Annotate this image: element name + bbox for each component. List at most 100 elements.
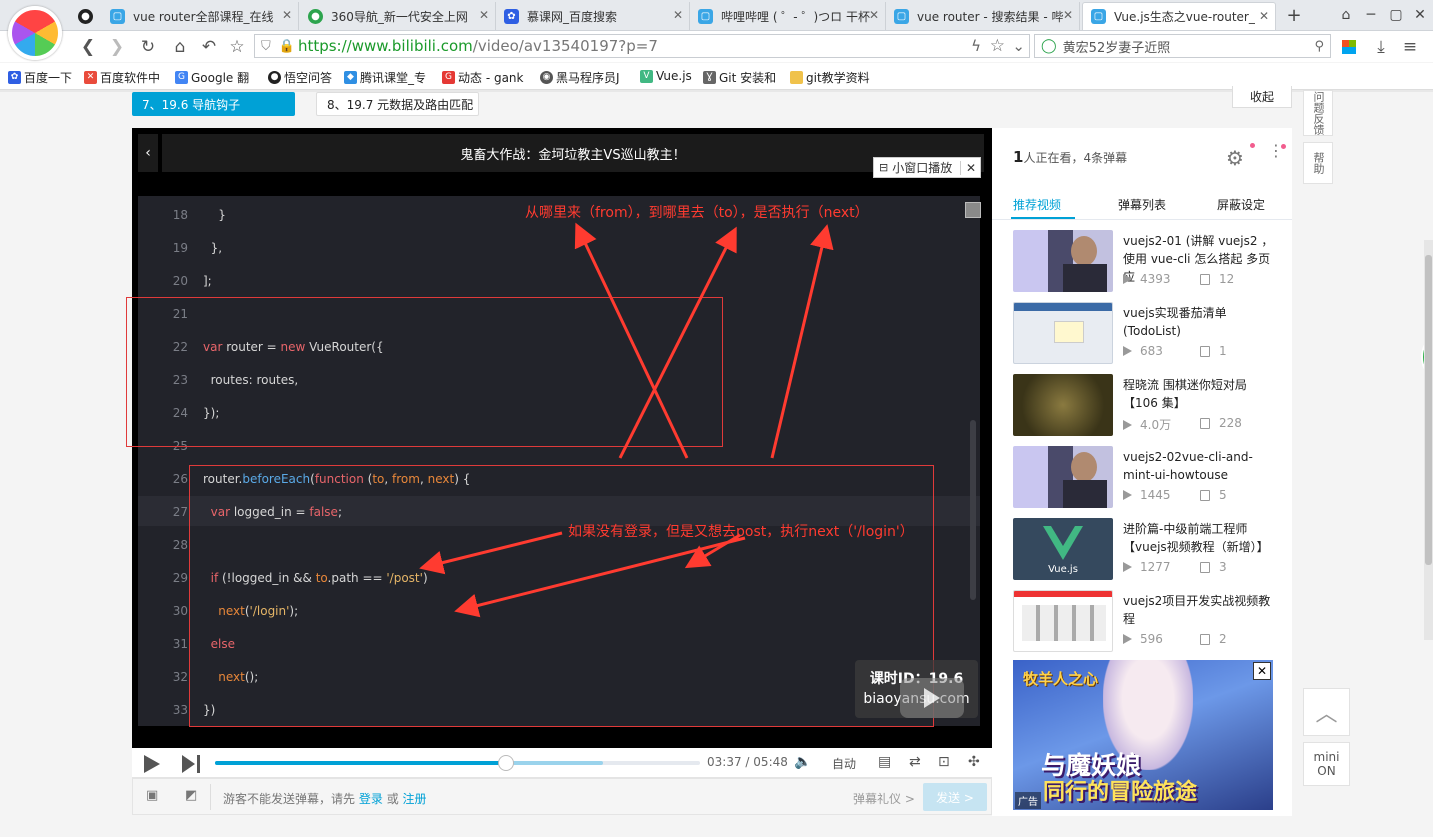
list-item[interactable]: vuejs2项目开发实战视频教程 596 2 xyxy=(1013,590,1283,652)
collapse-label: 收起 xyxy=(1249,90,1274,104)
list-item[interactable]: vuejs2-02vue-cli-and-mint-ui-howtouse 14… xyxy=(1013,446,1283,508)
undo-icon[interactable]: ↶ xyxy=(198,36,220,58)
360-icon: ● xyxy=(308,8,323,24)
apps-grid-icon[interactable] xyxy=(1338,36,1360,58)
forward-icon[interactable]: ❯ xyxy=(106,36,128,58)
bookmark-item[interactable]: G Google 翻 xyxy=(175,69,249,86)
bookmark-item[interactable]: ✿ 百度一下 xyxy=(8,69,72,86)
volume-icon[interactable]: 🔈 xyxy=(794,754,811,770)
danmaku-mode-icon[interactable]: ◩ xyxy=(185,788,197,803)
search-icon[interactable]: ⚲ xyxy=(1314,39,1324,54)
bookmark-item[interactable]: ◉ 黑马程序员J xyxy=(540,69,620,86)
tab-danmaku-list[interactable]: 弹幕列表 xyxy=(1118,196,1166,213)
refresh-icon[interactable]: ↻ xyxy=(137,36,159,58)
close-icon[interactable]: ✕ xyxy=(673,8,683,22)
video-scrollbar[interactable] xyxy=(970,420,976,600)
help-button[interactable]: 帮助 xyxy=(1303,142,1333,184)
bookmark-item[interactable]: ✕ 百度软件中 xyxy=(84,69,160,86)
close-icon[interactable]: ✕ xyxy=(1063,8,1073,22)
tab-0[interactable]: ▢ vue router全部课程_在线 ✕ xyxy=(102,2,299,30)
mini-window-button[interactable]: ⊟ 小窗口播放 ✕ xyxy=(873,157,981,178)
github-tab-pin[interactable]: ● xyxy=(70,2,98,30)
list-item[interactable]: vuejs2-01 (讲解 vuejs2 ，使用 vue-cli 怎么搭起 多页… xyxy=(1013,230,1283,292)
back-icon[interactable]: ❮ xyxy=(77,36,99,58)
bookmark-item[interactable]: V Vue.js xyxy=(640,69,692,83)
close-icon[interactable]: ✕ xyxy=(479,8,489,22)
send-button[interactable]: 发送 > xyxy=(923,783,987,811)
time-separator: / xyxy=(745,755,750,769)
list-item[interactable]: 程晓流 围棋迷你短对局【106 集】 4.0万 228 xyxy=(1013,374,1283,436)
close-icon[interactable]: ✕ xyxy=(869,8,879,22)
danmaku-etiquette-link[interactable]: 弹幕礼仪 > xyxy=(853,790,915,807)
thumb-label: Vue.js xyxy=(1048,564,1078,575)
lightning-icon[interactable]: ϟ xyxy=(971,37,981,55)
tv-icon[interactable]: ⊡ xyxy=(938,754,950,770)
danmaku-notice: 游客不能发送弹幕，请先 登录 或 注册 xyxy=(223,790,427,807)
episode-item[interactable]: 8、19.7 元数据及路由匹配 xyxy=(316,92,479,116)
progress-track[interactable] xyxy=(215,755,700,771)
progress-handle[interactable] xyxy=(498,755,514,771)
new-tab-icon[interactable]: + xyxy=(1283,4,1305,26)
danmaku-style-icon[interactable]: ▣ xyxy=(146,788,158,803)
tab-block-settings[interactable]: 屏蔽设定 xyxy=(1217,196,1265,213)
tab-recommended[interactable]: 推荐视频 xyxy=(1013,196,1061,213)
close-icon[interactable]: ✕ xyxy=(1253,662,1271,680)
next-episode-icon[interactable] xyxy=(182,755,202,773)
episode-item-active[interactable]: 7、19.6 导航钩子 xyxy=(132,92,295,116)
gear-icon[interactable]: ⚙ xyxy=(1226,146,1244,170)
chevron-left-icon[interactable]: ‹ xyxy=(138,134,158,172)
address-bar[interactable]: ⛉ 🔒 https://www.bilibili.com/video/av135… xyxy=(254,34,1030,58)
star-icon[interactable]: ☆ xyxy=(226,36,248,58)
maximize-icon[interactable]: ▢ xyxy=(1385,4,1407,26)
favorite-star-icon[interactable]: ☆ xyxy=(990,36,1005,56)
danmaku-toggle-icon[interactable]: ▤ xyxy=(878,754,891,770)
tab-1[interactable]: ● 360导航_新一代安全上网 ✕ xyxy=(300,2,496,30)
close-icon[interactable]: ✕ xyxy=(959,160,976,175)
big-play-icon[interactable] xyxy=(900,678,964,718)
bookmark-item[interactable]: git教学资料 xyxy=(790,69,870,86)
tab-3[interactable]: ▢ 哔哩哔哩 ( ゜- ゜)つロ 干杯 ✕ xyxy=(690,2,886,30)
download-icon[interactable]: ⤓ xyxy=(1370,36,1392,58)
video-title: vuejs2项目开发实战视频教程 xyxy=(1123,594,1271,626)
feedback-button[interactable]: 问题反馈 xyxy=(1303,90,1333,136)
annotation-box-router xyxy=(126,297,723,447)
mini-player-toggle[interactable]: mini ON xyxy=(1303,742,1350,786)
list-item[interactable]: vuejs实现番茄清单(TodoList) 683 1 xyxy=(1013,302,1283,364)
search-box[interactable]: ◯ 黄宏52岁妻子近照 ⚲ xyxy=(1034,34,1331,58)
register-link[interactable]: 注册 xyxy=(403,792,427,806)
bookmark-item[interactable]: ◆ 腾讯课堂_专 xyxy=(344,69,426,86)
tab-2[interactable]: ✿ 慕课网_百度搜索 ✕ xyxy=(496,2,690,30)
home-icon[interactable]: ⌂ xyxy=(169,36,191,58)
login-link[interactable]: 登录 xyxy=(359,792,383,806)
ad-banner[interactable]: 牧羊人之心 与魔妖娘 同行的冒险旅途 广告 ✕ xyxy=(1013,660,1273,810)
menu-icon[interactable]: ≡ xyxy=(1399,36,1421,58)
bookmark-item[interactable]: Ɣ Git 安装和 xyxy=(703,69,776,86)
collapse-button[interactable]: 收起 xyxy=(1232,86,1292,108)
play-icon[interactable] xyxy=(144,755,160,773)
back-to-top-button[interactable]: ︿ xyxy=(1303,688,1350,736)
play-count-value: 596 xyxy=(1140,632,1163,646)
browser-logo-icon[interactable] xyxy=(8,6,62,60)
loop-icon[interactable]: ⇄ xyxy=(909,754,921,770)
tab-5[interactable]: ▢ Vue.js生态之vue-router_ ✕ xyxy=(1082,2,1276,30)
settings-icon[interactable]: ✣ xyxy=(968,754,980,770)
shirt-skin-icon[interactable]: ⌂ xyxy=(1335,4,1357,26)
url-path: /video/av13540197?p=7 xyxy=(472,37,658,55)
close-icon[interactable]: ✕ xyxy=(282,8,292,22)
bookmark-item[interactable]: ● 悟空问答 xyxy=(268,69,332,86)
bookmark-item[interactable]: G 动态 - gank xyxy=(442,69,524,86)
minimize-icon[interactable]: ─ xyxy=(1360,4,1382,26)
close-window-icon[interactable]: ✕ xyxy=(1409,4,1431,26)
search-input[interactable]: 黄宏52岁妻子近照 xyxy=(1063,37,1171,56)
tab-label: vue router - 搜索结果 - 哔 xyxy=(917,9,1064,24)
page-scrollbar[interactable] xyxy=(1424,240,1433,640)
chevron-down-icon[interactable]: ⌄ xyxy=(1012,37,1025,55)
danmaku-count-value: 228 xyxy=(1219,416,1242,430)
code-token: } xyxy=(203,208,226,222)
quality-button[interactable]: 自动 xyxy=(832,755,856,772)
close-icon[interactable]: ✕ xyxy=(1259,9,1269,23)
list-item[interactable]: Vue.js 进阶篇-中级前端工程师【vuejs视频教程（新增）】 1277 3 xyxy=(1013,518,1283,580)
baidu-paw-icon: ✿ xyxy=(8,71,21,84)
scrollbar-thumb[interactable] xyxy=(1425,255,1432,565)
tab-4[interactable]: ▢ vue router - 搜索结果 - 哔 ✕ xyxy=(886,2,1080,30)
